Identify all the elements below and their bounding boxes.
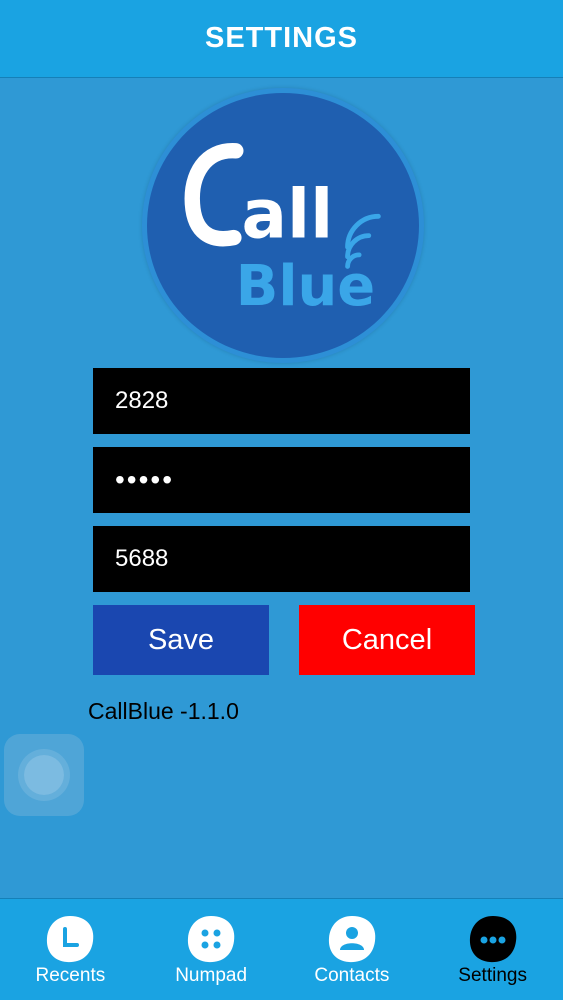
assistive-touch-button[interactable] (4, 734, 84, 816)
tab-label: Numpad (175, 965, 248, 986)
page-title: SETTINGS (204, 22, 358, 54)
cancel-button[interactable]: Cancel (299, 605, 475, 675)
tab-recents[interactable]: Recents (0, 899, 141, 1000)
username-field[interactable]: 2828 (93, 368, 470, 434)
tab-bar: Recents Numpad Contacts Settings (0, 898, 563, 1000)
version-label: CallBlue -1.1.0 (88, 698, 239, 724)
assistive-touch-icon (24, 755, 64, 795)
app-logo: Call all Blue (142, 88, 424, 363)
header-bar: SETTINGS (0, 0, 563, 78)
save-button[interactable]: Save (93, 605, 269, 675)
extension-field[interactable]: 5688 (93, 526, 470, 592)
password-field[interactable]: ••••• (93, 447, 470, 513)
logo-text-blue: Blue (236, 254, 375, 319)
tab-label: Recents (35, 965, 106, 986)
tab-settings[interactable]: Settings (422, 899, 563, 1000)
svg-text:all: all (242, 175, 334, 254)
tab-label: Settings (458, 965, 527, 986)
person-icon (328, 916, 376, 963)
tab-label: Contacts (314, 965, 390, 986)
keypad-icon (188, 916, 235, 963)
clock-icon (47, 916, 94, 963)
more-icon (469, 916, 516, 963)
tab-numpad[interactable]: Numpad (141, 899, 282, 1000)
tab-contacts[interactable]: Contacts (282, 899, 423, 1000)
